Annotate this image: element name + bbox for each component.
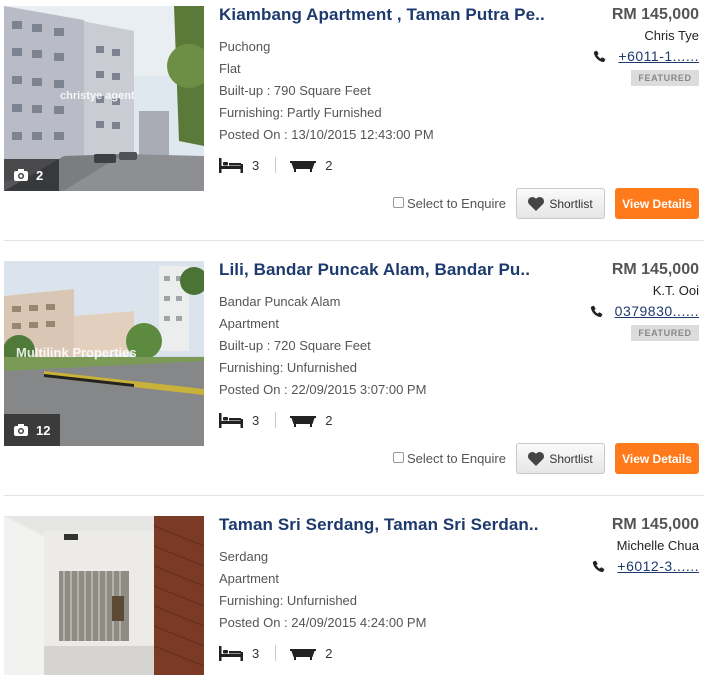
phone-row: 0379830...... <box>590 303 699 319</box>
furnishing-status: Furnishing: Unfurnished <box>219 593 358 608</box>
phone-row: +6011-1...... <box>593 48 699 64</box>
bed-icon <box>219 158 243 173</box>
view-details-button[interactable]: View Details <box>615 188 699 219</box>
listing-photo[interactable]: Multilink Properties 12 <box>4 261 204 446</box>
bathtub-icon <box>290 416 317 427</box>
listing-photo[interactable] <box>4 516 204 675</box>
shortlist-label: Shortlist <box>549 196 593 211</box>
bedroom-count: 3 <box>252 412 260 428</box>
photo-count: 2 <box>36 167 44 183</box>
heart-icon <box>528 451 545 466</box>
enquire-checkbox[interactable] <box>392 452 404 463</box>
bathroom-count: 2 <box>325 412 333 428</box>
bed-icon <box>219 646 243 661</box>
posted-date: Posted On : 13/10/2015 12:43:00 PM <box>219 127 434 142</box>
listing-price: RM 145,000 <box>611 516 699 533</box>
listing-price: RM 145,000 <box>611 261 699 278</box>
photo-watermark: Multilink Properties <box>16 345 137 360</box>
listing-title[interactable]: Lili, Bandar Puncak Alam, Bandar Pu.. <box>219 260 530 280</box>
listing-location: Bandar Puncak Alam <box>219 294 341 309</box>
featured-badge: FEATURED <box>631 70 699 86</box>
camera-icon <box>14 424 28 436</box>
listing-price: RM 145,000 <box>611 6 699 23</box>
listing-title[interactable]: Kiambang Apartment , Taman Putra Pe.. <box>219 5 545 25</box>
built-up-size: Built-up : 720 Square Feet <box>219 338 371 353</box>
select-to-enquire[interactable]: Select to Enquire <box>392 451 506 466</box>
posted-date: Posted On : 24/09/2015 4:24:00 PM <box>219 615 427 630</box>
listing-divider <box>4 495 704 496</box>
amenities-row: 3 2 <box>219 412 332 428</box>
featured-badge: FEATURED <box>631 325 699 341</box>
listing-photo[interactable]: christye agent 2 <box>4 6 204 191</box>
listing-actions: Select to Enquire Shortlist View Details <box>392 188 699 219</box>
property-type: Apartment <box>219 571 279 586</box>
select-to-enquire[interactable]: Select to Enquire <box>392 196 506 211</box>
agent-name: Chris Tye <box>644 28 699 43</box>
listing-location: Puchong <box>219 39 271 54</box>
view-details-button[interactable]: View Details <box>615 443 699 474</box>
listing-actions: Select to Enquire Shortlist View Details <box>392 443 699 474</box>
listing-location: Serdang <box>219 549 269 564</box>
amenities-row: 3 2 <box>219 157 332 173</box>
bedroom-count: 3 <box>252 645 260 661</box>
camera-icon <box>14 169 28 181</box>
photo-count-badge: 12 <box>4 414 61 446</box>
agent-name: K.T. Ooi <box>652 283 699 298</box>
phone-row: +6012-3...... <box>592 558 699 574</box>
property-type: Flat <box>219 61 241 76</box>
enquire-checkbox[interactable] <box>392 197 404 208</box>
property-type: Apartment <box>219 316 279 331</box>
furnishing-status: Furnishing: Partly Furnished <box>219 105 382 120</box>
interior-photo <box>4 516 204 675</box>
furnishing-status: Furnishing: Unfurnished <box>219 360 358 375</box>
agent-phone-link[interactable]: 0379830...... <box>615 303 699 319</box>
shortlist-label: Shortlist <box>549 451 593 466</box>
posted-date: Posted On : 22/09/2015 3:07:00 PM <box>219 382 427 397</box>
heart-icon <box>528 196 545 211</box>
agent-name: Michelle Chua <box>616 538 699 553</box>
bed-icon <box>219 413 243 428</box>
built-up-size: Built-up : 790 Square Feet <box>219 83 371 98</box>
phone-icon <box>590 305 602 317</box>
photo-count-badge: 2 <box>4 159 59 191</box>
photo-count: 12 <box>36 422 51 438</box>
listing-divider <box>4 240 704 241</box>
photo-watermark: christye agent <box>60 90 135 102</box>
phone-icon <box>594 50 606 62</box>
bathtub-icon <box>290 649 317 660</box>
shortlist-button[interactable]: Shortlist <box>516 443 605 474</box>
phone-icon <box>593 560 605 572</box>
agent-phone-link[interactable]: +6012-3...... <box>617 558 699 574</box>
bedroom-count: 3 <box>252 157 260 173</box>
agent-phone-link[interactable]: +6011-1...... <box>618 48 699 64</box>
listing-title[interactable]: Taman Sri Serdang, Taman Sri Serdan.. <box>219 515 539 535</box>
bathtub-icon <box>290 161 317 172</box>
shortlist-button[interactable]: Shortlist <box>516 188 605 219</box>
bathroom-count: 2 <box>325 157 333 173</box>
bathroom-count: 2 <box>325 645 333 661</box>
enquire-label: Select to Enquire <box>406 196 506 211</box>
enquire-label: Select to Enquire <box>406 451 506 466</box>
amenities-row: 3 2 <box>219 645 332 661</box>
